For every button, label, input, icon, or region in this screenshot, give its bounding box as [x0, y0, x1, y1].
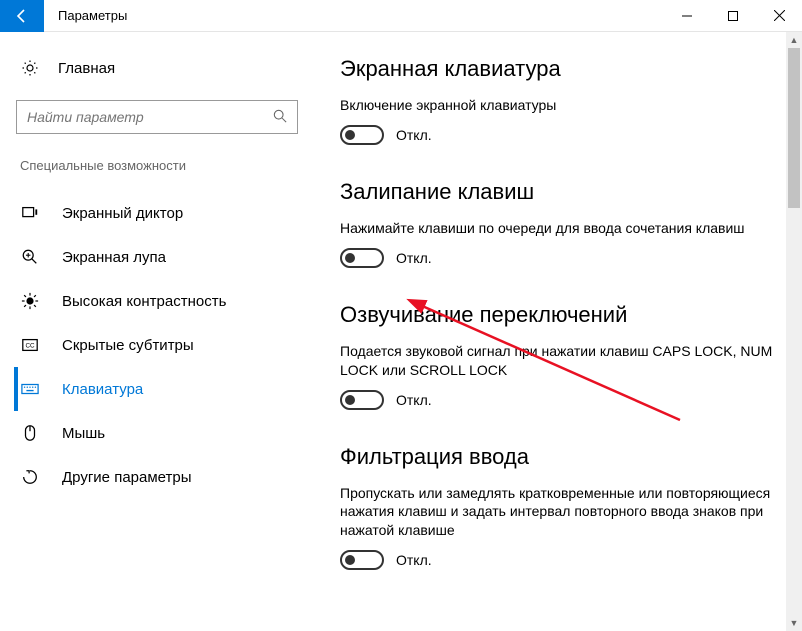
- close-button[interactable]: [756, 0, 802, 32]
- home-label: Главная: [58, 60, 115, 77]
- sidebar-item-label: Клавиатура: [62, 381, 143, 398]
- search-input[interactable]: [27, 109, 273, 125]
- sidebar: Главная Специальные возможности Экранный…: [0, 32, 310, 631]
- sidebar-item-contrast[interactable]: Высокая контрастность: [14, 279, 300, 323]
- titlebar: Параметры: [0, 0, 802, 32]
- search-box[interactable]: [16, 100, 298, 134]
- contrast-icon: [20, 291, 40, 311]
- sidebar-item-other[interactable]: Другие параметры: [14, 455, 300, 499]
- section-desc-osk: Включение экранной клавиатуры: [340, 96, 776, 115]
- home-link[interactable]: Главная: [14, 50, 300, 86]
- captions-icon: CC: [20, 335, 40, 355]
- mouse-icon: [20, 423, 40, 443]
- sidebar-item-magnifier[interactable]: Экранная лупа: [14, 235, 300, 279]
- section-heading-togglekeys: Озвучивание переключений: [340, 302, 776, 328]
- section-heading-sticky: Залипание клавиш: [340, 179, 776, 205]
- keyboard-icon: [20, 379, 40, 399]
- sidebar-item-keyboard[interactable]: Клавиатура: [14, 367, 300, 411]
- section-desc-sticky: Нажимайте клавиши по очереди для ввода с…: [340, 219, 776, 238]
- toggle-filter[interactable]: [340, 550, 384, 570]
- toggle-label-filter: Откл.: [396, 552, 432, 568]
- sidebar-item-label: Высокая контрастность: [62, 293, 226, 310]
- back-button[interactable]: [0, 0, 44, 32]
- section-header: Специальные возможности: [14, 154, 300, 177]
- sidebar-item-narrator[interactable]: Экранный диктор: [14, 191, 300, 235]
- sidebar-item-label: Другие параметры: [62, 469, 192, 486]
- sidebar-item-label: Экранная лупа: [62, 249, 166, 266]
- toggle-sticky[interactable]: [340, 248, 384, 268]
- gear-icon: [20, 58, 40, 78]
- toggle-label-osk: Откл.: [396, 127, 432, 143]
- scroll-up-arrow[interactable]: ▲: [786, 32, 802, 48]
- minimize-button[interactable]: [664, 0, 710, 32]
- svg-text:CC: CC: [26, 343, 36, 350]
- sidebar-item-label: Мышь: [62, 425, 105, 442]
- magnifier-icon: [20, 247, 40, 267]
- toggle-label-sticky: Откл.: [396, 250, 432, 266]
- section-desc-togglekeys: Подается звуковой сигнал при нажатии кла…: [340, 342, 776, 380]
- toggle-togglekeys[interactable]: [340, 390, 384, 410]
- scrollbar[interactable]: ▲ ▼: [786, 32, 802, 631]
- sidebar-item-label: Экранный диктор: [62, 205, 183, 222]
- sidebar-item-label: Скрытые субтитры: [62, 337, 194, 354]
- maximize-button[interactable]: [710, 0, 756, 32]
- section-heading-filter: Фильтрация ввода: [340, 444, 776, 470]
- toggle-osk[interactable]: [340, 125, 384, 145]
- section-heading-osk: Экранная клавиатура: [340, 56, 776, 82]
- search-icon: [273, 109, 287, 126]
- content-pane: Экранная клавиатура Включение экранной к…: [310, 32, 802, 631]
- toggle-label-togglekeys: Откл.: [396, 392, 432, 408]
- scroll-thumb[interactable]: [788, 48, 800, 208]
- sidebar-item-captions[interactable]: CC Скрытые субтитры: [14, 323, 300, 367]
- sidebar-item-mouse[interactable]: Мышь: [14, 411, 300, 455]
- scroll-down-arrow[interactable]: ▼: [786, 615, 802, 631]
- narrator-icon: [20, 203, 40, 223]
- window-title: Параметры: [58, 8, 127, 23]
- section-desc-filter: Пропускать или замедлять кратковременные…: [340, 484, 776, 541]
- other-icon: [20, 467, 40, 487]
